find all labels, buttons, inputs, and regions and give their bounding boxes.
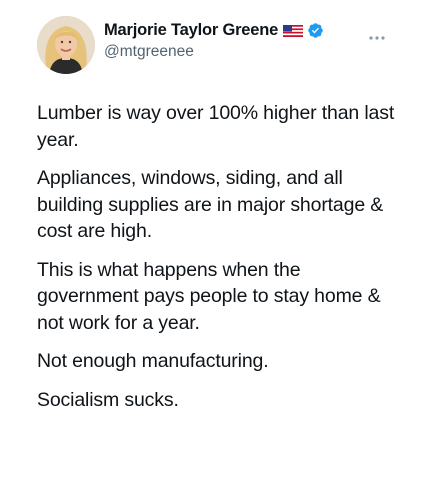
tweet-text: Lumber is way over 100% higher than last… [37,100,407,425]
tweet-paragraph: Socialism sucks. [37,388,179,411]
tweet-paragraph: Not enough manufacturing. [37,350,269,372]
name-row: Marjorie Taylor Greene [104,18,374,42]
tweet-paragraph: Lumber is way over 100% higher than last… [37,102,395,151]
tweet-card: Marjorie Taylor Greene @mtgreenee Lumber… [0,0,421,500]
avatar[interactable] [37,16,95,74]
more-horizontal-icon[interactable] [368,28,386,40]
verified-badge-icon [307,22,324,39]
author-header: Marjorie Taylor Greene @mtgreenee [104,18,374,61]
handle[interactable]: @mtgreenee [104,43,374,61]
us-flag-icon [283,24,304,37]
tweet-paragraph: This is what happens when the government… [37,258,381,334]
display-name[interactable]: Marjorie Taylor Greene [104,21,278,40]
tweet-paragraph: Appliances, windows, siding, and all bui… [37,167,384,242]
